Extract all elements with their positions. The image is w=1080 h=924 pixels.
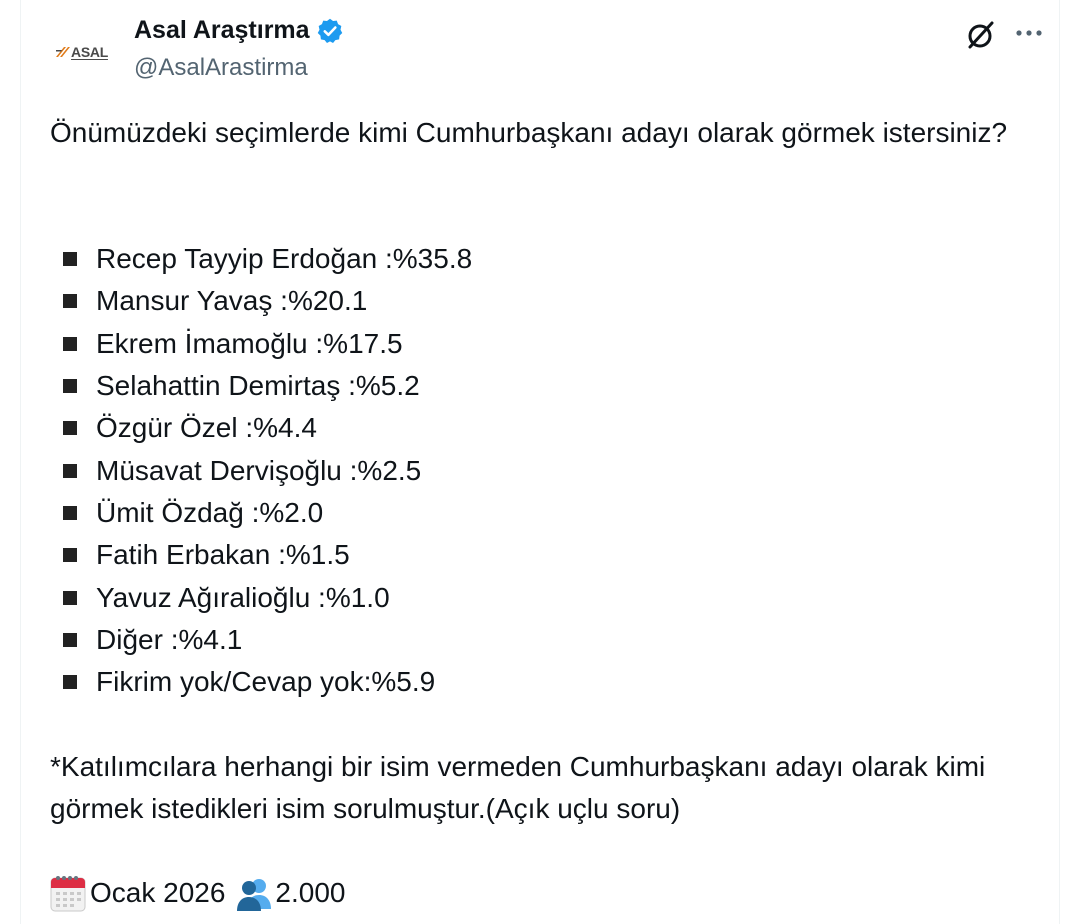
result-item: Ekrem İmamoğlu :%17.5 [50, 323, 472, 365]
results-list: Recep Tayyip Erdoğan :%35.8 Mansur Yavaş… [50, 238, 472, 703]
result-label: Özgür Özel :%4.4 [96, 412, 317, 444]
result-item: Selahattin Demirtaş :%5.2 [50, 365, 472, 407]
grok-button[interactable] [964, 18, 998, 52]
result-label: Diğer :%4.1 [96, 623, 243, 655]
result-label: Mansur Yavaş :%20.1 [96, 285, 368, 317]
bullet-icon [63, 379, 77, 394]
result-label: Fatih Erbakan :%1.5 [96, 539, 350, 571]
asal-logo: ASAL [56, 44, 108, 60]
survey-meta: Ocak 2026 2.000 [50, 872, 346, 914]
bullet-icon [63, 548, 77, 563]
result-item: Mansur Yavaş :%20.1 [50, 280, 472, 322]
result-item: Fatih Erbakan :%1.5 [50, 534, 472, 576]
result-item: Ümit Özdağ :%2.0 [50, 492, 472, 534]
result-item: Diğer :%4.1 [50, 619, 472, 661]
bullet-icon [63, 252, 77, 267]
result-item: Yavuz Ağıralioğlu :%1.0 [50, 576, 472, 618]
bullet-icon [63, 463, 77, 478]
result-item: Özgür Özel :%4.4 [50, 407, 472, 449]
sample-size: 2.000 [275, 877, 346, 908]
result-label: Ekrem İmamoğlu :%17.5 [96, 327, 403, 359]
result-item: Fikrim yok/Cevap yok:%5.9 [50, 661, 472, 703]
display-name[interactable]: Asal Araştırma [134, 16, 310, 45]
logo-mark-icon [56, 47, 71, 57]
tweet-question: Önümüzdeki seçimlerde kimi Cumhurbaşkanı… [50, 117, 1008, 148]
avatar[interactable]: ASAL [50, 20, 114, 84]
result-label: Yavuz Ağıralioğlu :%1.0 [96, 581, 390, 613]
author-handle[interactable]: @AsalArastirma [134, 54, 308, 82]
verified-badge-icon[interactable] [316, 17, 344, 45]
bullet-icon [63, 294, 77, 309]
bullet-icon [63, 590, 77, 605]
bullet-icon [63, 505, 77, 520]
bullet-icon [63, 336, 77, 351]
bullet-icon [63, 632, 77, 647]
logo-text: ASAL [71, 44, 108, 60]
survey-date: Ocak 2026 [90, 877, 226, 908]
result-label: Ümit Özdağ :%2.0 [96, 496, 324, 528]
result-label: Recep Tayyip Erdoğan :%35.8 [96, 243, 473, 275]
result-item: Recep Tayyip Erdoğan :%35.8 [50, 238, 472, 280]
people-icon [237, 879, 272, 911]
result-item: Müsavat Dervişoğlu :%2.5 [50, 449, 472, 491]
more-options-button[interactable] [1010, 18, 1048, 52]
result-label: Müsavat Dervişoğlu :%2.5 [96, 454, 422, 486]
bullet-icon [63, 675, 77, 690]
grok-icon [968, 21, 994, 49]
more-icon [1016, 30, 1042, 36]
calendar-icon [50, 876, 86, 912]
result-label: Fikrim yok/Cevap yok:%5.9 [96, 666, 436, 698]
bullet-icon [63, 421, 77, 436]
author-name-row: Asal Araştırma [134, 16, 344, 45]
methodology-note: *Katılımcılara herhangi bir isim vermede… [50, 751, 986, 824]
result-label: Selahattin Demirtaş :%5.2 [96, 370, 420, 402]
tweet-text: Önümüzdeki seçimlerde kimi Cumhurbaşkanı… [50, 112, 1040, 912]
